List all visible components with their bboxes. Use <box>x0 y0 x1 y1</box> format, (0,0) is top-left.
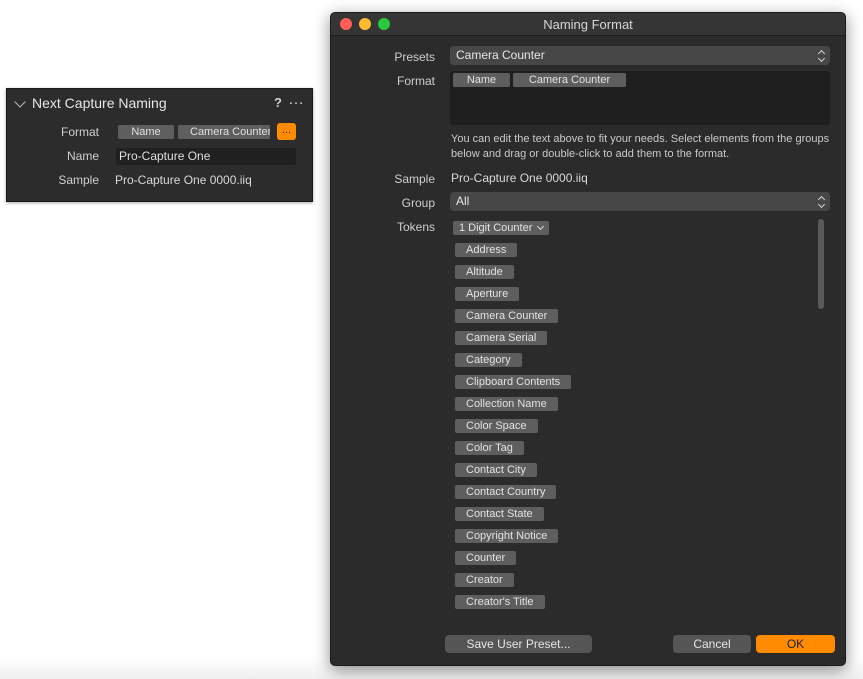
token-item[interactable]: Copyright Notice <box>455 529 558 543</box>
token-label: 1 Digit Counter <box>459 222 532 234</box>
format-token[interactable]: Name <box>118 125 174 139</box>
token-item[interactable]: 1 Digit Counter <box>453 221 549 235</box>
next-capture-naming-panel: Next Capture Naming ? … Format Name Came… <box>6 88 313 202</box>
token-item[interactable]: Creator's Title <box>455 595 545 609</box>
help-icon[interactable]: ? <box>274 95 282 110</box>
name-input[interactable]: Pro-Capture One <box>116 148 296 165</box>
token-item[interactable]: Contact City <box>455 463 537 477</box>
naming-format-dialog: Naming Format Presets Camera Counter For… <box>330 12 846 666</box>
chevron-down-icon[interactable] <box>537 223 544 230</box>
token-item[interactable]: Altitude <box>455 265 514 279</box>
more-options-icon[interactable]: … <box>288 91 303 109</box>
token-item[interactable]: Address <box>455 243 517 257</box>
token-list: 1 Digit Counter Address Altitude Aperture C… <box>331 13 845 665</box>
token-item[interactable]: Aperture <box>455 287 519 301</box>
token-item[interactable]: Color Tag <box>455 441 524 455</box>
panel-header[interactable]: Next Capture Naming ? … <box>7 89 312 117</box>
name-label: Name <box>7 149 99 163</box>
token-item[interactable]: Camera Counter <box>455 309 558 323</box>
token-item[interactable]: Collection Name <box>455 397 558 411</box>
token-item[interactable]: Camera Serial <box>455 331 547 345</box>
token-item[interactable]: Creator <box>455 573 514 587</box>
format-field[interactable]: Name Camera Counter <box>116 124 270 140</box>
chevron-down-icon[interactable] <box>14 96 25 107</box>
cancel-button[interactable]: Cancel <box>673 635 751 653</box>
panel-title: Next Capture Naming <box>32 95 167 111</box>
sample-label: Sample <box>7 173 99 187</box>
token-item[interactable]: Counter <box>455 551 516 565</box>
token-item[interactable]: Contact Country <box>455 485 556 499</box>
token-item[interactable]: Contact State <box>455 507 544 521</box>
edit-format-button[interactable]: ... <box>277 123 296 140</box>
save-user-preset-button[interactable]: Save User Preset... <box>445 635 592 653</box>
token-item[interactable]: Category <box>455 353 522 367</box>
token-item[interactable]: Clipboard Contents <box>455 375 571 389</box>
name-input-value: Pro-Capture One <box>119 149 210 163</box>
ok-button[interactable]: OK <box>756 635 835 653</box>
format-token[interactable]: Camera Counter <box>178 125 270 139</box>
token-list-scrollbar[interactable] <box>818 219 824 309</box>
sample-value: Pro-Capture One 0000.iiq <box>115 173 252 187</box>
format-label: Format <box>7 125 99 139</box>
token-item[interactable]: Color Space <box>455 419 538 433</box>
